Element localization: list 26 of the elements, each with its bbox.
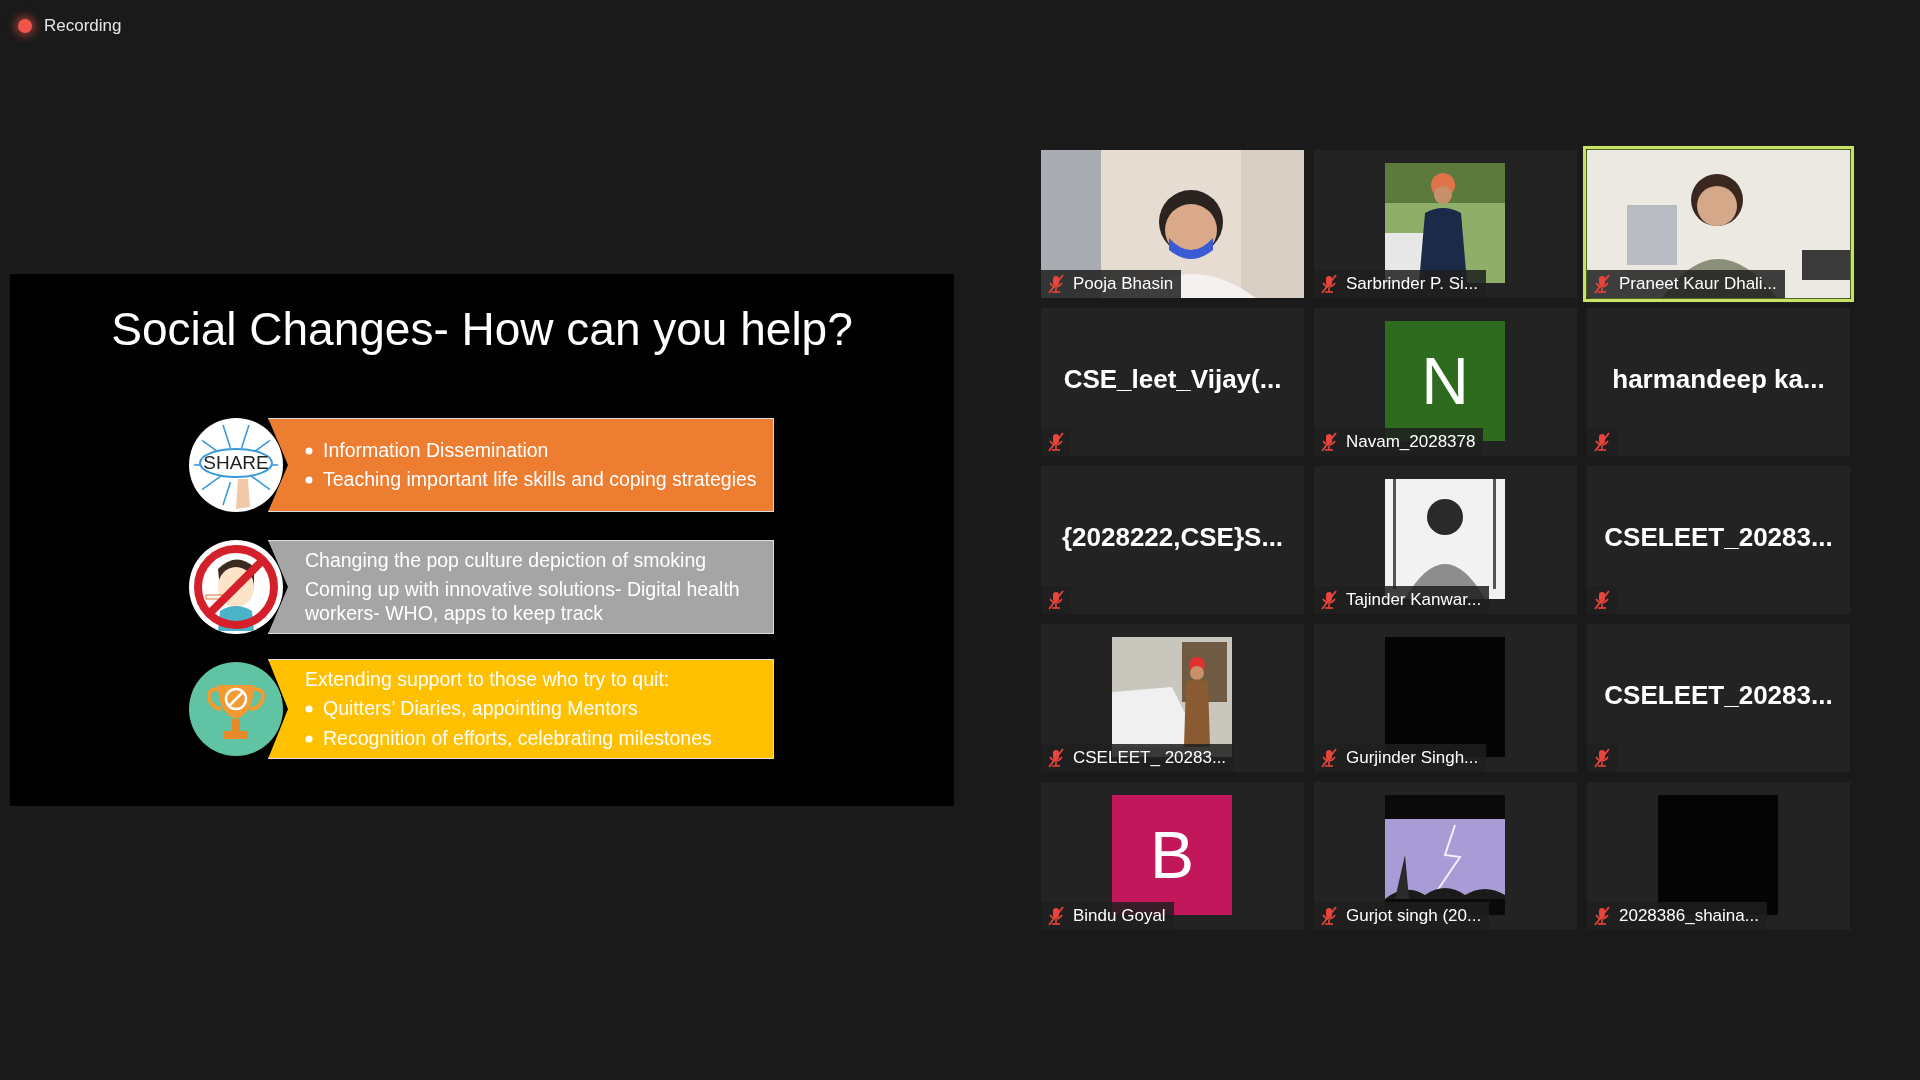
participant-name: Tajinder Kanwar... [1346, 590, 1482, 610]
no-smoking-icon [188, 539, 284, 635]
participant-name: CSELEET_ 20283... [1073, 748, 1227, 768]
slide-text: Changing the pop culture depiction of smoking [305, 548, 707, 573]
slide-title: Social Changes- How can you help? [110, 302, 854, 356]
slide-text: Extending support to those who try to quit: [305, 667, 670, 692]
share-icon [188, 417, 284, 513]
participant-name: CSELEET_20283... [1603, 680, 1834, 711]
participant-name: Pooja Bhasin [1073, 274, 1174, 294]
recording-label: Recording [44, 16, 122, 36]
participant-name: 2028386_shaina... [1619, 906, 1759, 926]
participant-name: CSELEET_20283... [1603, 522, 1834, 553]
participant-name: Praneet Kaur Dhali... [1619, 274, 1777, 294]
participant-name: {2028222,CSE}S... [1060, 522, 1285, 553]
slide-text: Information Dissemination [323, 438, 549, 462]
slide-text: Coming up with innovative solutions- Digital health workers- WHO, apps to keep track [305, 578, 741, 626]
participant-name: CSE_leet_Vijay(... [1062, 364, 1283, 395]
participant-name: Sarbrinder P. Si... [1346, 274, 1478, 294]
share-text: SHARE [202, 453, 270, 473]
slide-text: Teaching important life skills and coping strategies [323, 468, 757, 492]
trophy-icon [188, 661, 284, 757]
participant-name: harmandeep ka... [1611, 364, 1826, 395]
slide-text: Recognition of efforts, celebrating milestones [323, 726, 712, 751]
slide-text: Quitters’ Diaries, appointing Mentors [323, 697, 638, 721]
participant-name: Gurjot singh (20... [1346, 906, 1482, 926]
participant-name: Gurjinder Singh... [1346, 748, 1479, 768]
